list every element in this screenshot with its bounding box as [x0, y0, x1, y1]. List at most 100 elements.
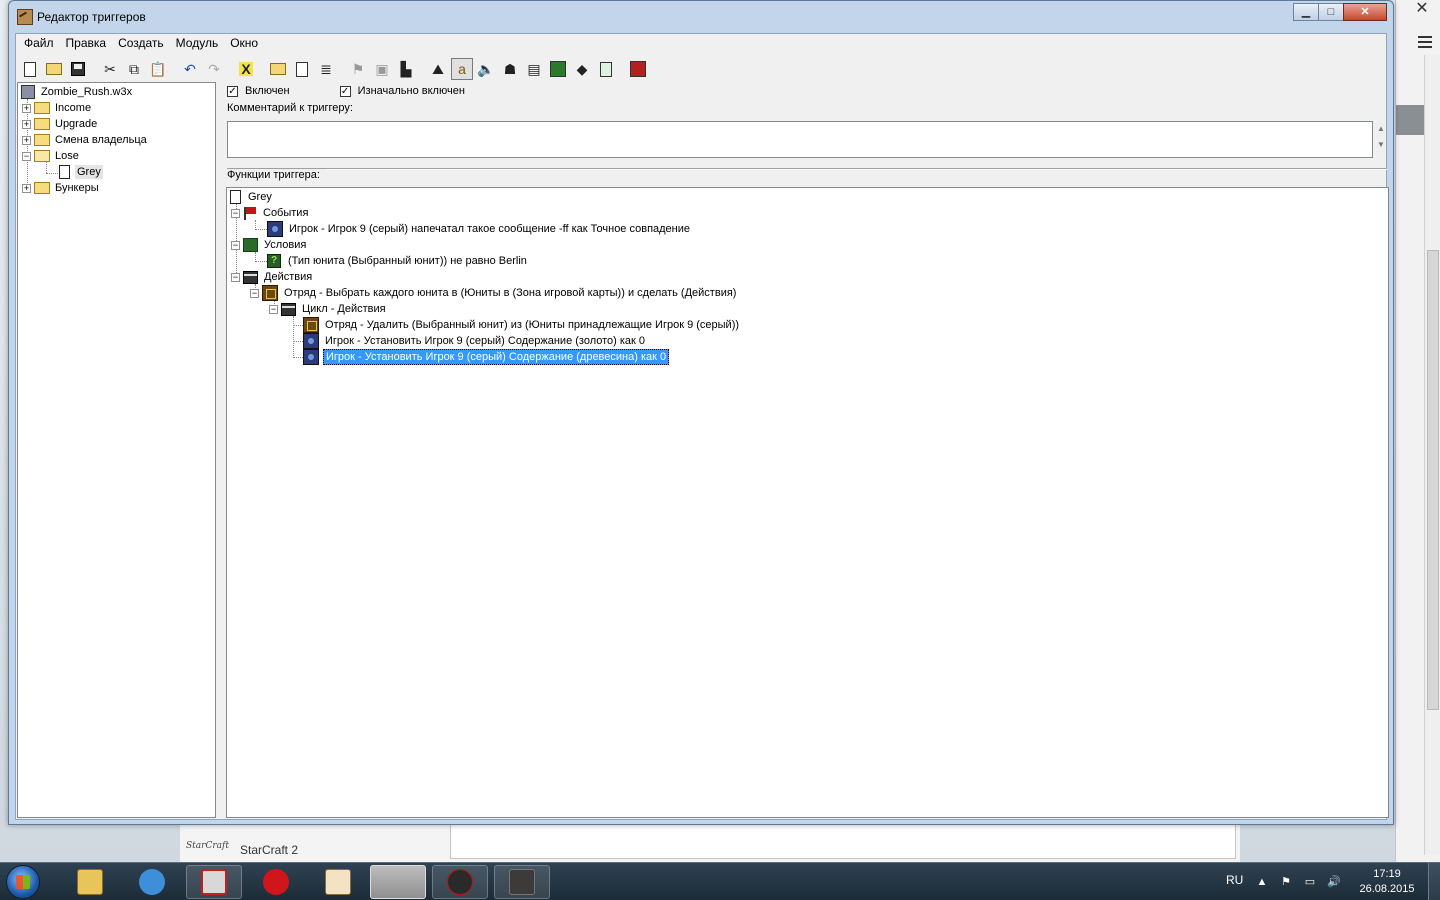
campaign-editor-icon[interactable]: ▤ — [523, 58, 545, 80]
object-manager-icon[interactable]: ◆ — [571, 58, 593, 80]
expand-icon[interactable]: + — [22, 135, 31, 145]
minimize-button[interactable]: ▁ — [1293, 3, 1319, 21]
open-folder-icon[interactable] — [43, 58, 65, 80]
menu-file[interactable]: Файл — [18, 34, 60, 53]
loop-action-item[interactable]: Отряд - Удалить (Выбранный юнит) из (Юни… — [303, 317, 741, 333]
background-menu-icon[interactable] — [1418, 36, 1432, 48]
show-desktop-button[interactable] — [1428, 863, 1440, 900]
tree-item-upgrade[interactable]: + Upgrade — [22, 116, 99, 132]
background-scrollbar[interactable] — [1424, 55, 1440, 855]
clock[interactable]: 17:19 26.08.2015 — [1356, 867, 1418, 897]
new-event-icon[interactable]: ⚑ — [347, 58, 369, 80]
action-center-icon[interactable]: ⚑ — [1279, 875, 1293, 889]
ai-editor-icon[interactable] — [547, 58, 569, 80]
event-item[interactable]: Игрок - Игрок 9 (серый) напечатал такое … — [267, 221, 692, 237]
toolbar-separator — [91, 58, 97, 80]
background-textarea[interactable] — [450, 821, 1236, 859]
collapse-icon[interactable]: − — [250, 288, 259, 298]
tree-root[interactable]: Zombie_Rush.w3x — [21, 84, 134, 100]
dice-taskbar-button[interactable] — [310, 865, 366, 899]
expand-icon[interactable]: + — [22, 183, 31, 193]
menu-edit[interactable]: Правка — [60, 34, 113, 53]
enabled-checkbox[interactable]: ✓ Включен — [227, 83, 290, 99]
expand-icon[interactable]: + — [22, 119, 31, 129]
starcraft-link[interactable]: StarCraft 2 — [240, 843, 298, 857]
collapse-icon[interactable]: − — [22, 151, 31, 161]
tree-item-income[interactable]: + Income — [22, 100, 93, 116]
new-comment-icon[interactable]: ≣ — [315, 58, 337, 80]
cut-icon[interactable]: ✂ — [99, 58, 121, 80]
collapse-icon[interactable]: − — [231, 272, 240, 282]
actions-node[interactable]: − Действия — [231, 269, 314, 285]
network-icon[interactable]: ▭ — [1303, 875, 1317, 889]
events-node[interactable]: − События — [231, 205, 310, 221]
save-icon[interactable] — [67, 58, 89, 80]
comment-scroll-arrows[interactable]: ▲ ▼ — [1375, 121, 1387, 158]
event-text: Игрок - Игрок 9 (серый) напечатал такое … — [289, 223, 691, 235]
language-indicator[interactable]: RU — [1226, 873, 1243, 887]
panel-splitter[interactable] — [218, 82, 224, 818]
enabled-check-icon[interactable]: ✓ — [227, 85, 238, 97]
loop-action-item[interactable]: Игрок - Установить Игрок 9 (серый) Содер… — [303, 333, 647, 349]
conditions-node[interactable]: − Условия — [231, 237, 308, 253]
tree-item-lose[interactable]: − Lose — [22, 148, 81, 164]
redo-icon[interactable]: ↷ — [203, 58, 225, 80]
volume-icon[interactable]: 🔊 — [1327, 875, 1341, 889]
collapse-icon[interactable]: − — [269, 304, 278, 314]
menu-create[interactable]: Создать — [112, 34, 170, 53]
undo-icon[interactable]: ↶ — [179, 58, 201, 80]
ie-taskbar-button[interactable] — [124, 865, 180, 899]
loop-node[interactable]: − Цикл - Действия — [269, 301, 388, 317]
new-trigger-icon[interactable] — [291, 58, 313, 80]
loop-clapper-icon — [281, 302, 296, 316]
new-condition-icon[interactable]: ▣ — [371, 58, 393, 80]
active-taskbar-button[interactable] — [370, 865, 426, 899]
condition-item[interactable]: ? (Тип юнита (Выбранный юнит)) не равно … — [267, 253, 529, 269]
menu-module[interactable]: Модуль — [170, 34, 225, 53]
start-button[interactable] — [6, 865, 40, 899]
player-icon — [303, 333, 319, 349]
folder-icon — [34, 102, 50, 114]
loop-action-text: Игрок - Установить Игрок 9 (серый) Содер… — [323, 349, 670, 365]
expand-icon[interactable]: + — [22, 103, 31, 113]
import-manager-icon[interactable] — [595, 58, 617, 80]
collapse-icon[interactable]: − — [231, 240, 240, 250]
trigger-root[interactable]: Grey — [230, 189, 274, 205]
comment-textarea[interactable] — [227, 121, 1373, 158]
garena-taskbar-button[interactable] — [432, 865, 488, 899]
title-bar[interactable]: Редактор триггеров ▁ □ ✕ — [9, 1, 1393, 31]
tree-item-bunkers[interactable]: + Бункеры — [22, 180, 101, 196]
trigger-editor-window: Редактор триггеров ▁ □ ✕ Файл Правка Соз… — [8, 0, 1394, 825]
new-doc-icon[interactable] — [19, 58, 41, 80]
tree-line — [46, 173, 58, 174]
explorer-taskbar-button[interactable] — [62, 865, 118, 899]
trigger-editor-toolbar-icon[interactable]: a — [451, 58, 473, 80]
show-hidden-icons-icon[interactable]: ▲ — [1255, 875, 1269, 889]
taskbar: RU ▲ ⚑ ▭ 🔊 17:19 26.08.2015 — [0, 862, 1440, 900]
new-action-icon[interactable]: ▙ — [395, 58, 417, 80]
sound-editor-icon[interactable]: 🔈 — [475, 58, 497, 80]
close-x-icon[interactable]: X — [235, 58, 257, 80]
opera-taskbar-button[interactable] — [248, 865, 304, 899]
initially-enabled-check-icon[interactable]: ✓ — [339, 85, 351, 97]
object-editor-icon[interactable]: ☗ — [499, 58, 521, 80]
initially-enabled-checkbox[interactable]: ✓ Изначально включен — [339, 83, 465, 99]
background-scroll-thumb[interactable] — [1427, 250, 1439, 710]
background-close-icon[interactable]: ✕ — [1410, 0, 1434, 17]
copy-icon[interactable]: ⧉ — [123, 58, 145, 80]
tree-item-grey[interactable]: Grey — [59, 164, 103, 180]
close-button[interactable]: ✕ — [1343, 3, 1387, 21]
terrain-editor-icon[interactable]: ⛰ — [427, 58, 449, 80]
warcraft-taskbar-button[interactable] — [494, 865, 550, 899]
tree-item-owner-change[interactable]: + Смена владельца — [22, 132, 149, 148]
new-category-icon[interactable] — [267, 58, 289, 80]
test-map-icon[interactable] — [627, 58, 649, 80]
collapse-icon[interactable]: − — [231, 208, 240, 218]
help-taskbar-button[interactable] — [186, 865, 242, 899]
paste-icon[interactable]: 📋 — [147, 58, 169, 80]
menu-window[interactable]: Окно — [224, 34, 264, 53]
loop-action-item-selected[interactable]: Игрок - Установить Игрок 9 (серый) Содер… — [303, 349, 670, 365]
trigger-name: Grey — [248, 191, 272, 203]
maximize-button[interactable]: □ — [1318, 3, 1344, 21]
action-item[interactable]: − Отряд - Выбрать каждого юнита в (Юниты… — [250, 285, 738, 301]
